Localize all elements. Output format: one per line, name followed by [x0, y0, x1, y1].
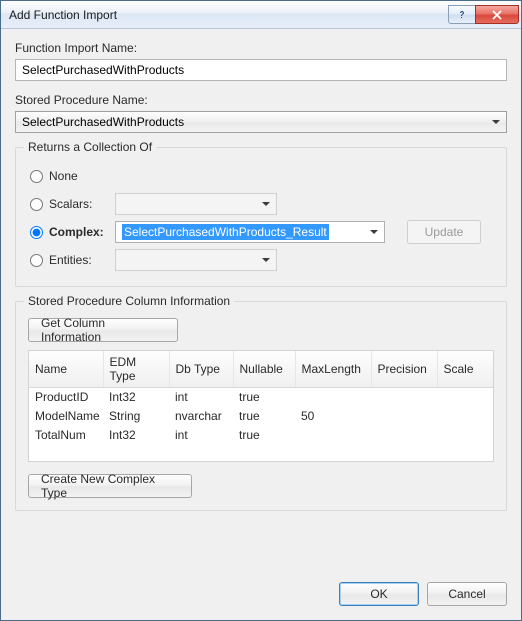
help-icon	[457, 10, 467, 20]
window-buttons	[449, 5, 519, 24]
returns-complex-label: Complex:	[49, 225, 115, 239]
column-info-table: Name EDM Type Db Type Nullable MaxLength…	[29, 351, 493, 445]
cell-nullable: true	[233, 407, 295, 426]
dialog-body: Function Import Name: Stored Procedure N…	[1, 29, 521, 620]
function-import-name-input[interactable]	[15, 59, 507, 81]
returns-scalars-label: Scalars:	[49, 197, 115, 211]
returns-entities-label: Entities:	[49, 253, 115, 267]
sp-column-group-title: Stored Procedure Column Information	[24, 294, 234, 308]
cell-edm: Int32	[103, 426, 169, 445]
returns-complex-value: SelectPurchasedWithProducts_Result	[122, 224, 329, 240]
get-column-info-label: Get Column Information	[41, 316, 165, 344]
cell-edm: Int32	[103, 388, 169, 407]
stored-procedure-name-value: SelectPurchasedWithProducts	[22, 115, 184, 129]
dialog-window: Add Function Import Function Import Name…	[0, 0, 522, 621]
returns-collection-group: Returns a Collection Of None Scalars: Co…	[15, 147, 507, 287]
returns-complex-combo[interactable]: SelectPurchasedWithProducts_Result	[115, 221, 385, 243]
cell-nullable: true	[233, 426, 295, 445]
sp-column-info-group: Stored Procedure Column Information Get …	[15, 301, 507, 511]
col-header-db[interactable]: Db Type	[169, 351, 233, 388]
stored-procedure-name-label: Stored Procedure Name:	[15, 93, 507, 107]
col-header-name[interactable]: Name	[29, 351, 103, 388]
cancel-button[interactable]: Cancel	[427, 582, 507, 606]
returns-scalars-radio[interactable]	[30, 198, 43, 211]
update-button[interactable]: Update	[407, 220, 481, 244]
create-complex-label: Create New Complex Type	[41, 472, 179, 500]
table-row[interactable]: TotalNumInt32inttrue	[29, 426, 493, 445]
cell-name: ProductID	[29, 388, 103, 407]
cell-scale	[437, 388, 493, 407]
cell-maxlen	[295, 426, 371, 445]
col-header-edm[interactable]: EDM Type	[103, 351, 169, 388]
close-button[interactable]	[475, 5, 519, 24]
ok-button[interactable]: OK	[339, 582, 419, 606]
close-icon	[492, 10, 502, 20]
col-header-maxlen[interactable]: MaxLength	[295, 351, 371, 388]
cell-scale	[437, 407, 493, 426]
chevron-down-icon	[262, 202, 270, 206]
chevron-down-icon	[492, 120, 500, 124]
returns-group-title: Returns a Collection Of	[24, 140, 156, 154]
col-header-scale[interactable]: Scale	[437, 351, 493, 388]
get-column-info-button[interactable]: Get Column Information	[28, 318, 178, 342]
table-row[interactable]: ProductIDInt32inttrue	[29, 388, 493, 407]
cell-edm: String	[103, 407, 169, 426]
returns-complex-radio[interactable]	[30, 226, 43, 239]
returns-scalars-combo[interactable]	[115, 193, 277, 215]
cell-name: TotalNum	[29, 426, 103, 445]
stored-procedure-name-combo[interactable]: SelectPurchasedWithProducts	[15, 111, 507, 133]
cell-maxlen	[295, 388, 371, 407]
dialog-footer: OK Cancel	[15, 568, 507, 606]
returns-none-radio[interactable]	[30, 170, 43, 183]
cancel-button-label: Cancel	[448, 587, 485, 601]
cell-precision	[371, 407, 437, 426]
col-header-precision[interactable]: Precision	[371, 351, 437, 388]
titlebar[interactable]: Add Function Import	[1, 1, 521, 29]
column-info-grid[interactable]: Name EDM Type Db Type Nullable MaxLength…	[28, 350, 494, 462]
cell-precision	[371, 388, 437, 407]
cell-db: nvarchar	[169, 407, 233, 426]
cell-maxlen: 50	[295, 407, 371, 426]
cell-scale	[437, 426, 493, 445]
returns-entities-combo[interactable]	[115, 249, 277, 271]
table-row[interactable]: ModelNameStringnvarchartrue50	[29, 407, 493, 426]
titlebar-text: Add Function Import	[9, 8, 449, 22]
help-button[interactable]	[448, 5, 476, 24]
cell-nullable: true	[233, 388, 295, 407]
cell-precision	[371, 426, 437, 445]
returns-entities-radio[interactable]	[30, 254, 43, 267]
ok-button-label: OK	[370, 587, 387, 601]
cell-name: ModelName	[29, 407, 103, 426]
chevron-down-icon	[370, 230, 378, 234]
cell-db: int	[169, 388, 233, 407]
col-header-nullable[interactable]: Nullable	[233, 351, 295, 388]
returns-none-label: None	[49, 169, 115, 183]
function-import-name-label: Function Import Name:	[15, 41, 507, 55]
create-new-complex-type-button[interactable]: Create New Complex Type	[28, 474, 192, 498]
table-header-row: Name EDM Type Db Type Nullable MaxLength…	[29, 351, 493, 388]
chevron-down-icon	[262, 258, 270, 262]
cell-db: int	[169, 426, 233, 445]
update-button-label: Update	[425, 225, 464, 239]
